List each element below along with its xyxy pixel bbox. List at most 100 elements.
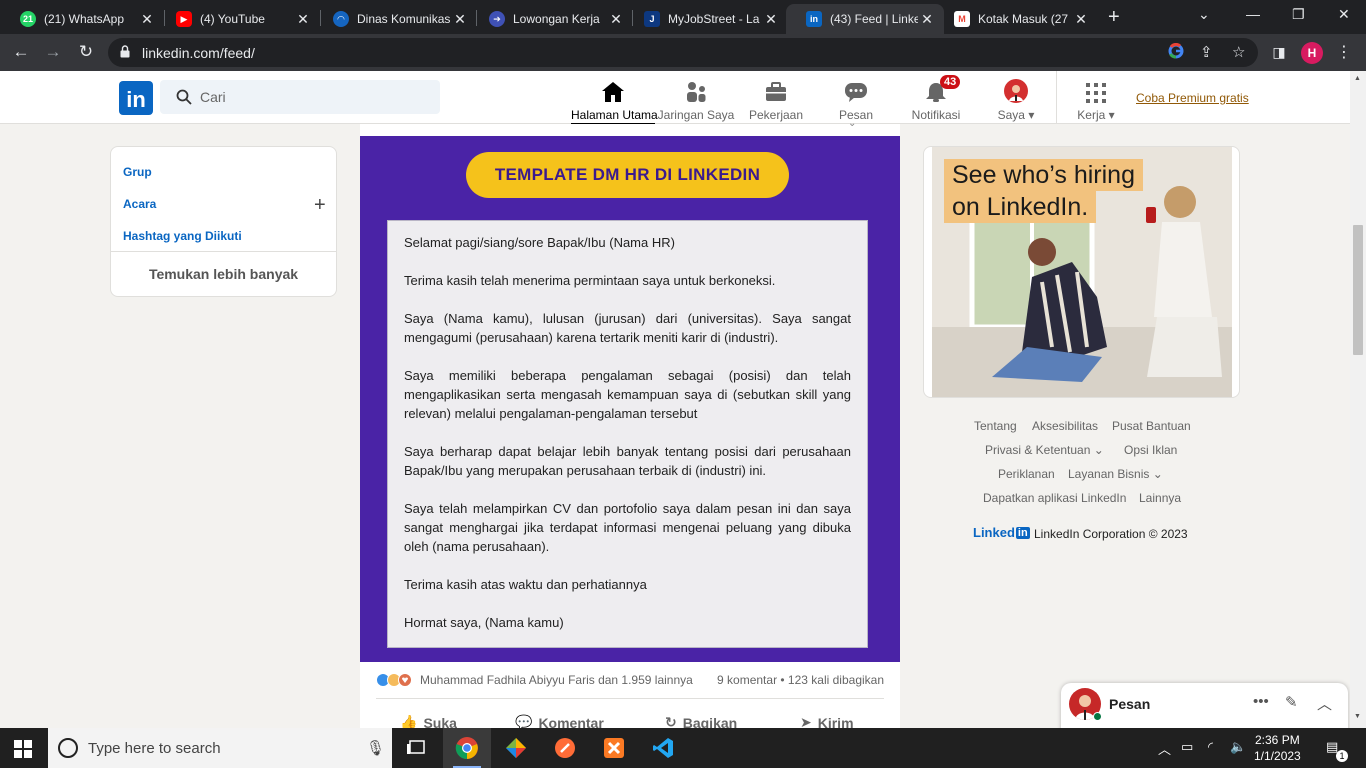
- letter-paragraph: Saya memiliki beberapa pengalaman sebaga…: [404, 368, 851, 421]
- close-tab-icon[interactable]: ✕: [138, 11, 156, 28]
- close-tab-icon[interactable]: ✕: [607, 11, 625, 28]
- comments-shares-count[interactable]: 9 komentar • 123 kali dibagikan: [717, 673, 884, 687]
- nav-label: Jaringan Saya: [657, 108, 735, 122]
- youtube-icon: ▶: [176, 11, 192, 27]
- grid-icon: [1054, 77, 1138, 103]
- google-icon[interactable]: [1168, 42, 1184, 63]
- forward-icon[interactable]: →: [42, 42, 64, 62]
- new-tab-icon[interactable]: +: [1108, 6, 1120, 29]
- task-view-icon[interactable]: [392, 728, 440, 768]
- footer-link-advertising[interactable]: Periklanan: [998, 467, 1055, 481]
- avatar-icon: [974, 77, 1058, 103]
- scroll-up-arrow-icon[interactable]: ▲: [1354, 75, 1361, 82]
- footer-link-business[interactable]: Layanan Bisnis ⌄: [1068, 467, 1163, 481]
- like-button[interactable]: 👍 Suka: [400, 714, 457, 728]
- sidepanel-icon[interactable]: ◨: [1268, 44, 1290, 61]
- volume-icon[interactable]: 🔈: [1230, 739, 1246, 755]
- close-tab-icon[interactable]: ✕: [451, 11, 469, 28]
- footer-link-more[interactable]: Lainnya: [1139, 491, 1181, 505]
- page-scrollbar[interactable]: ▲ ▼: [1350, 71, 1366, 728]
- scrollbar-thumb[interactable]: [1353, 225, 1363, 355]
- footer-link-get-app[interactable]: Dapatkan aplikasi LinkedIn: [983, 491, 1126, 505]
- tab-dinas[interactable]: ◠ Dinas Komunikasi ✕: [313, 4, 477, 34]
- reaction-icons[interactable]: [376, 673, 416, 687]
- nav-me[interactable]: Saya ▾: [974, 75, 1058, 124]
- plus-icon[interactable]: +: [314, 195, 326, 215]
- tab-linkedin[interactable]: in (43) Feed | Linked ✕: [786, 4, 944, 34]
- footer-link-accessibility[interactable]: Aksesibilitas: [1032, 419, 1098, 433]
- windows-start-icon[interactable]: [14, 740, 32, 758]
- nav-notifications[interactable]: 43 Notifikasi: [894, 75, 978, 124]
- feed-post: ⌄ TEMPLATE DM HR DI LINKEDIN Selamat pag…: [360, 118, 900, 728]
- tab-gmail[interactable]: M Kotak Masuk (27 ✕: [934, 4, 1098, 34]
- comment-button[interactable]: 💬 Komentar: [515, 714, 604, 728]
- profile-avatar[interactable]: H: [1301, 42, 1323, 64]
- share-icon[interactable]: ⇪: [1200, 43, 1213, 61]
- close-tab-icon[interactable]: ✕: [294, 11, 312, 28]
- minimize-icon[interactable]: —: [1246, 6, 1260, 22]
- close-tab-icon[interactable]: ✕: [762, 11, 780, 28]
- letter-template: Selamat pagi/siang/sore Bapak/Ibu (Nama …: [387, 220, 868, 648]
- search-input[interactable]: Cari: [160, 80, 440, 114]
- xampp-icon[interactable]: [590, 728, 638, 768]
- repost-icon: ↻: [665, 714, 677, 728]
- git-kraken-icon[interactable]: [492, 728, 540, 768]
- close-tab-icon[interactable]: ✕: [1072, 11, 1090, 28]
- nav-label: Kerja: [1077, 108, 1106, 122]
- dropdown-caret-icon: ▾: [1108, 108, 1115, 122]
- nav-work[interactable]: Kerja ▾: [1054, 75, 1138, 124]
- premium-link[interactable]: Coba Premium gratis: [1136, 91, 1249, 105]
- sidebar-link-hashtags[interactable]: Hashtag yang Diikuti: [123, 229, 242, 243]
- messaging-label: Pesan: [1109, 696, 1151, 712]
- chrome-taskbar-icon[interactable]: [443, 728, 491, 768]
- sidebar-link-events[interactable]: Acara: [123, 197, 156, 211]
- sidebar-link-groups[interactable]: Grup: [123, 165, 152, 179]
- linkedin-logo[interactable]: in: [119, 81, 153, 115]
- post-image[interactable]: TEMPLATE DM HR DI LINKEDIN Selamat pagi/…: [360, 136, 900, 662]
- action-label: Suka: [423, 714, 457, 729]
- nav-network[interactable]: Jaringan Saya: [654, 75, 738, 124]
- reactions-summary[interactable]: Muhammad Fadhila Abiyyu Faris dan 1.959 …: [420, 673, 693, 687]
- footer-link-about[interactable]: Tentang: [974, 419, 1017, 433]
- tab-lowongan[interactable]: ➔ Lowongan Kerja ✕: [469, 4, 633, 34]
- show-hidden-icons[interactable]: ︿: [1158, 739, 1171, 758]
- nav-jobs[interactable]: Pekerjaan: [734, 75, 818, 124]
- vscode-icon[interactable]: [639, 728, 687, 768]
- discover-more-button[interactable]: Temukan lebih banyak: [111, 266, 336, 282]
- taskbar-clock[interactable]: 2:36 PM 1/1/2023: [1254, 732, 1301, 764]
- chevron-down-icon: ⌄: [1093, 443, 1104, 457]
- taskbar-search-input[interactable]: Type here to search 🎙: [48, 728, 392, 768]
- tab-jobstreet[interactable]: J MyJobStreet - La ✕: [624, 4, 788, 34]
- ad-card[interactable]: See who’s hiring on LinkedIn.: [923, 146, 1240, 398]
- tab-search-icon[interactable]: ⌄: [1198, 6, 1210, 23]
- nav-messaging[interactable]: Pesan: [814, 75, 898, 124]
- scroll-down-arrow-icon[interactable]: ▼: [1354, 713, 1361, 720]
- reload-icon[interactable]: ↻: [75, 42, 97, 62]
- send-button[interactable]: ➤ Kirim: [800, 714, 854, 728]
- more-options-icon[interactable]: •••: [1253, 693, 1269, 710]
- letter-paragraph: Terima kasih atas waktu dan perhatiannya: [404, 577, 647, 592]
- tab-title: MyJobStreet - La: [668, 12, 760, 26]
- close-window-icon[interactable]: ✕: [1338, 6, 1350, 23]
- url-text[interactable]: linkedin.com/feed/: [142, 45, 255, 61]
- tab-whatsapp[interactable]: 21 (21) WhatsApp ✕: [0, 4, 164, 34]
- footer-link-privacy[interactable]: Privasi & Ketentuan ⌄: [985, 443, 1104, 457]
- bookmark-star-icon[interactable]: ☆: [1232, 43, 1245, 61]
- postman-icon[interactable]: [541, 728, 589, 768]
- back-icon[interactable]: ←: [10, 42, 32, 62]
- compose-icon[interactable]: ✎: [1285, 693, 1298, 711]
- battery-icon[interactable]: ▭: [1181, 739, 1193, 755]
- notification-badge: 43: [940, 75, 961, 89]
- messaging-bar[interactable]: Pesan ••• ✎ ︿: [1061, 683, 1348, 728]
- chevron-up-icon[interactable]: ︿: [1317, 693, 1332, 714]
- chrome-menu-icon[interactable]: ⋮: [1336, 42, 1352, 62]
- nav-home[interactable]: Halaman Utama: [571, 75, 658, 125]
- microphone-icon[interactable]: 🎙: [366, 739, 385, 757]
- tab-youtube[interactable]: ▶ (4) YouTube ✕: [156, 4, 320, 34]
- footer-link-ad-choices[interactable]: Opsi Iklan: [1124, 443, 1177, 457]
- share-button[interactable]: ↻ Bagikan: [665, 714, 737, 728]
- omnibox[interactable]: linkedin.com/feed/ ⇪ ☆: [108, 38, 1258, 67]
- restore-icon[interactable]: ❐: [1292, 6, 1305, 23]
- wifi-icon[interactable]: ◜: [1208, 739, 1213, 755]
- footer-link-help[interactable]: Pusat Bantuan: [1112, 419, 1191, 433]
